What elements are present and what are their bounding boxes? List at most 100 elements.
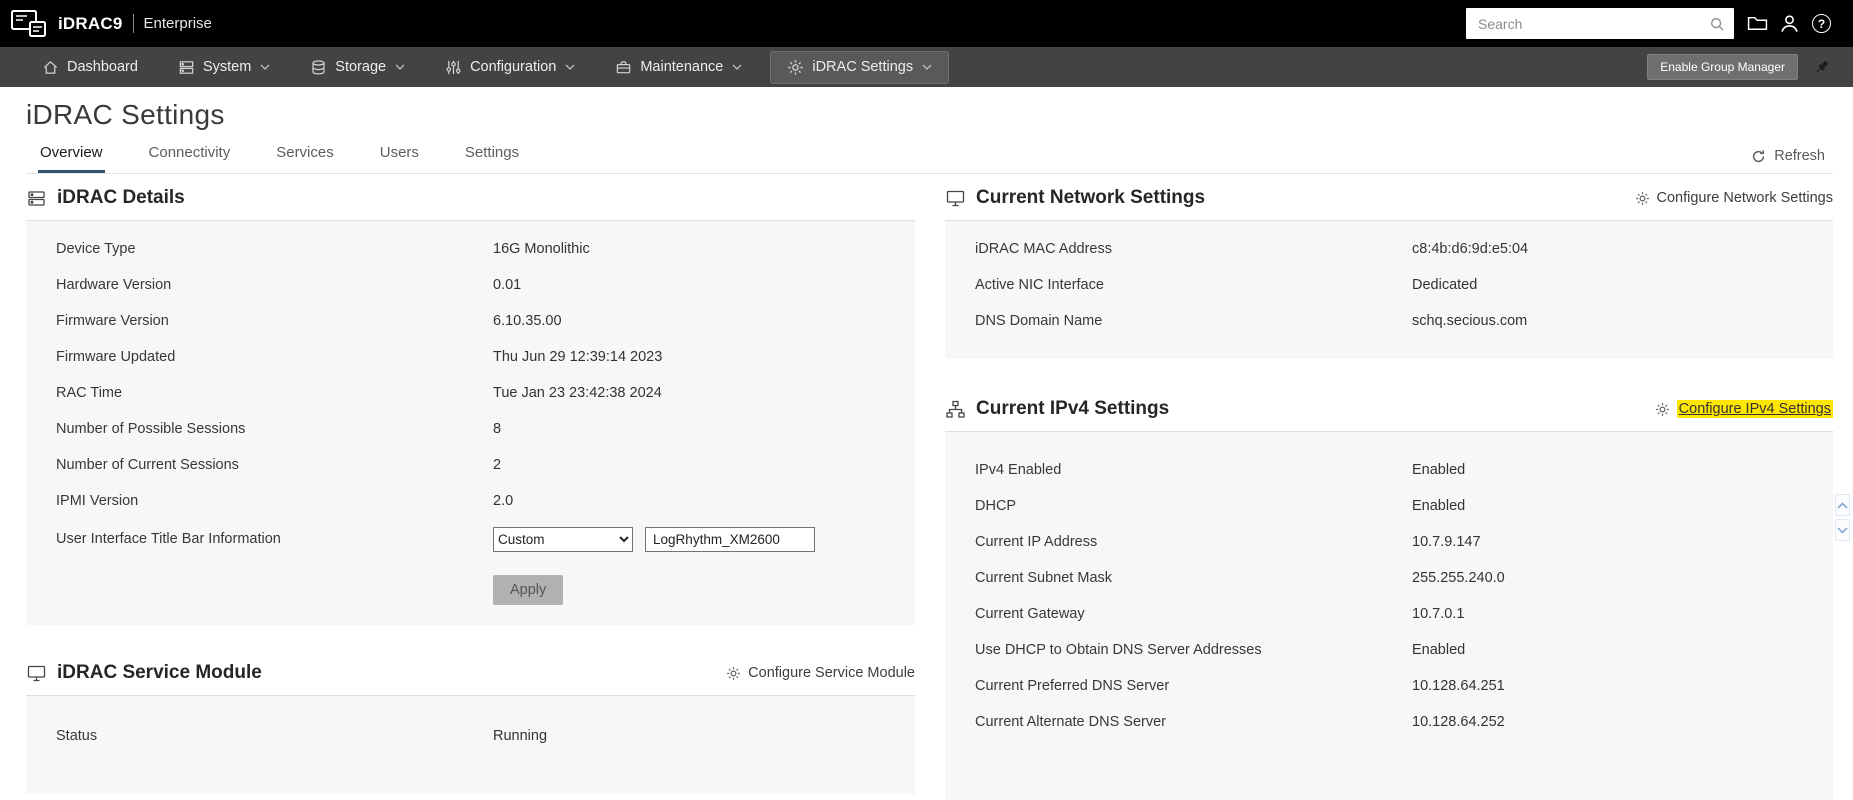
pin-icon[interactable]	[1812, 58, 1831, 77]
folder-icon[interactable]	[1747, 13, 1768, 34]
monitor-icon	[26, 663, 47, 684]
gear-icon	[787, 59, 804, 76]
service-module-card: iDRAC Service Module Configure Service M…	[26, 651, 915, 794]
row-value: 10.128.64.252	[1412, 714, 1505, 730]
scrollbar	[1835, 494, 1850, 541]
search-box	[1466, 8, 1734, 39]
monitor-icon	[945, 188, 966, 209]
idrac-details-header: iDRAC Details	[26, 176, 915, 220]
gear-icon	[1635, 191, 1650, 206]
nav-item-storage[interactable]: Storage	[290, 47, 425, 87]
idrac-details-body: Device Type 16G Monolithic Hardware Vers…	[26, 220, 915, 625]
system-icon	[178, 59, 195, 76]
tab-settings[interactable]: Settings	[463, 137, 521, 173]
refresh-icon	[1751, 149, 1766, 164]
server-icon	[26, 188, 47, 209]
row-value: 255.255.240.0	[1412, 570, 1505, 586]
row-value: Enabled	[1412, 498, 1466, 514]
row-value: 2	[493, 457, 502, 473]
main-nav: Dashboard System Storage Configuration M…	[0, 47, 1853, 87]
nav-item-configuration[interactable]: Configuration	[425, 47, 595, 87]
ipv4-settings-rows: IPv4 Enabled Enabled DHCP Enabled Curren…	[975, 452, 1833, 740]
tab-services[interactable]: Services	[274, 137, 336, 173]
refresh-button[interactable]: Refresh	[1751, 148, 1833, 173]
detail-row: IPv4 Enabled Enabled	[975, 452, 1833, 488]
idrac-logo-icon[interactable]	[10, 8, 48, 40]
row-label: Number of Possible Sessions	[56, 421, 246, 437]
row-value: 10.7.0.1	[1412, 606, 1465, 622]
tab-users[interactable]: Users	[378, 137, 421, 173]
nav-item-label: Maintenance	[640, 59, 724, 75]
row-value: c8:4b:d6:9d:e5:04	[1412, 241, 1529, 257]
search-input[interactable]	[1478, 15, 1709, 32]
network-settings-header: Current Network Settings Configure Netwo…	[945, 176, 1833, 220]
nav-item-maintenance[interactable]: Maintenance	[595, 47, 762, 87]
configure-network-settings-link[interactable]: Configure Network Settings	[1635, 190, 1833, 206]
detail-row: Hardware Version 0.01	[56, 267, 915, 303]
service-module-rows: Status Running	[56, 718, 915, 754]
title-bar-text-input[interactable]	[645, 526, 816, 552]
nav-item-label: Configuration	[470, 59, 557, 75]
card-title: iDRAC Service Module	[57, 662, 262, 683]
detail-row: Current Subnet Mask 255.255.240.0	[975, 560, 1833, 596]
row-value: Running	[493, 728, 548, 744]
nav-item-idrac-settings[interactable]: iDRAC Settings	[770, 50, 950, 84]
nav-item-dashboard[interactable]: Dashboard	[22, 47, 158, 87]
row-value: schq.secious.com	[1412, 313, 1528, 329]
row-label: Current IP Address	[975, 534, 1098, 550]
nav-item-label: Dashboard	[67, 59, 138, 75]
network-tree-icon	[945, 399, 966, 420]
row-label: iDRAC MAC Address	[975, 241, 1112, 257]
network-settings-body: iDRAC MAC Address c8:4b:d6:9d:e5:04 Acti…	[945, 220, 1833, 359]
row-value: Dedicated	[1412, 277, 1478, 293]
nav-item-system[interactable]: System	[158, 47, 290, 87]
detail-row: Active NIC Interface Dedicated	[975, 267, 1833, 303]
row-label: Use DHCP to Obtain DNS Server Addresses	[975, 642, 1262, 658]
tab-overview[interactable]: Overview	[38, 137, 105, 173]
brand-edition: Enterprise	[143, 15, 212, 32]
tab-bar: Overview Connectivity Services Users Set…	[26, 137, 1833, 174]
search-icon[interactable]	[1709, 16, 1725, 32]
apply-row: Apply	[56, 575, 915, 605]
title-bar-info-row: User Interface Title Bar Information Cus…	[56, 519, 915, 559]
tab-connectivity[interactable]: Connectivity	[147, 137, 233, 173]
row-value: 10.128.64.251	[1412, 678, 1505, 694]
row-label: IPv4 Enabled	[975, 462, 1062, 478]
help-icon[interactable]: ?	[1811, 13, 1832, 34]
row-value: Enabled	[1412, 642, 1466, 658]
storage-icon	[310, 59, 327, 76]
row-value: Enabled	[1412, 462, 1466, 478]
title-bar-mode-select[interactable]: Custom	[493, 526, 633, 552]
right-column: Current Network Settings Configure Netwo…	[945, 176, 1833, 800]
configure-ipv4-settings-link[interactable]: Configure IPv4 Settings	[1655, 400, 1833, 418]
gear-icon	[726, 666, 741, 681]
row-label: Current Preferred DNS Server	[975, 678, 1170, 694]
gear-icon	[1655, 402, 1670, 417]
configuration-icon	[445, 59, 462, 76]
ipv4-settings-header: Current IPv4 Settings Configure IPv4 Set…	[945, 387, 1833, 431]
detail-row: Use DHCP to Obtain DNS Server Addresses …	[975, 632, 1833, 668]
brand-name: iDRAC9	[58, 13, 123, 33]
left-column: iDRAC Details Device Type 16G Monolithic	[26, 176, 915, 800]
configure-service-module-link[interactable]: Configure Service Module	[726, 665, 915, 681]
detail-row: Number of Possible Sessions 8	[56, 411, 915, 447]
two-column-layout: iDRAC Details Device Type 16G Monolithic	[26, 176, 1833, 800]
row-label: Firmware Version	[56, 313, 169, 329]
card-title: Current Network Settings	[976, 187, 1206, 208]
detail-row: Firmware Updated Thu Jun 29 12:39:14 202…	[56, 339, 915, 375]
row-label: Current Gateway	[975, 606, 1085, 622]
row-label: Device Type	[56, 241, 136, 257]
chevron-down-icon	[395, 64, 405, 70]
scroll-down-icon[interactable]	[1835, 519, 1850, 541]
top-bar-icons: ?	[1734, 13, 1853, 34]
apply-button[interactable]: Apply	[493, 575, 564, 605]
scroll-up-icon[interactable]	[1835, 494, 1850, 516]
row-label: Active NIC Interface	[975, 277, 1104, 293]
row-value: Thu Jun 29 12:39:14 2023	[493, 349, 663, 365]
detail-row: Current Preferred DNS Server 10.128.64.2…	[975, 668, 1833, 704]
user-icon[interactable]	[1779, 13, 1800, 34]
chevron-down-icon	[922, 64, 932, 70]
detail-row: RAC Time Tue Jan 23 23:42:38 2024	[56, 375, 915, 411]
service-module-body: Status Running	[26, 695, 915, 794]
enable-group-manager-button[interactable]: Enable Group Manager	[1647, 54, 1798, 80]
